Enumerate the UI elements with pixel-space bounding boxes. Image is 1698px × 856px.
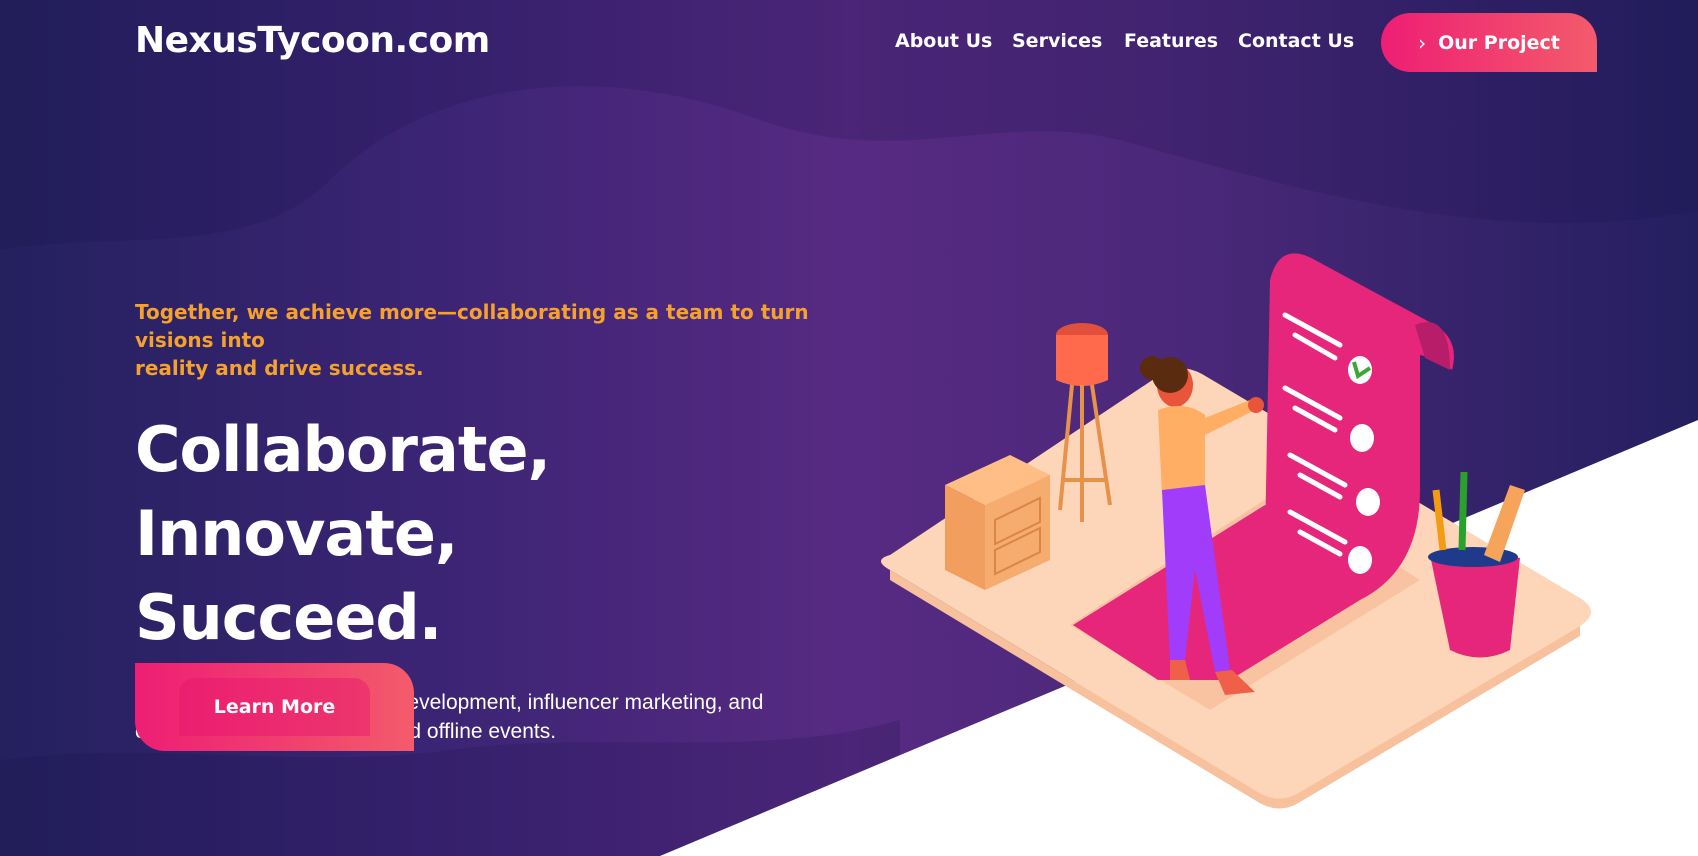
our-project-label: Our Project (1438, 31, 1560, 54)
site-header: NexusTycoon.com About Us Services Featur… (0, 0, 1698, 90)
hero-illustration (881, 253, 1591, 809)
nav-services[interactable]: Services (1012, 30, 1102, 52)
site-logo[interactable]: NexusTycoon.com (135, 20, 490, 61)
hero-headline-line-1: Collaborate, Innovate, (135, 413, 551, 570)
our-project-button[interactable]: › Our Project (1381, 13, 1597, 72)
nav-about-us[interactable]: About Us (895, 30, 992, 52)
hero-tagline-line-1: Together, we achieve more—collaborating … (135, 300, 809, 352)
hero-tagline: Together, we achieve more—collaborating … (135, 298, 855, 382)
hero-headline: Collaborate, Innovate, Succeed. (135, 408, 855, 660)
nav-features[interactable]: Features (1124, 30, 1218, 52)
learn-more-button[interactable]: Learn More (135, 663, 414, 751)
hero-tagline-line-2: reality and drive success. (135, 356, 424, 380)
hero-headline-line-2: Succeed. (135, 581, 442, 654)
learn-more-label: Learn More (179, 678, 370, 736)
nav-contact-us[interactable]: Contact Us (1238, 30, 1354, 52)
chevron-right-icon: › (1418, 30, 1427, 55)
